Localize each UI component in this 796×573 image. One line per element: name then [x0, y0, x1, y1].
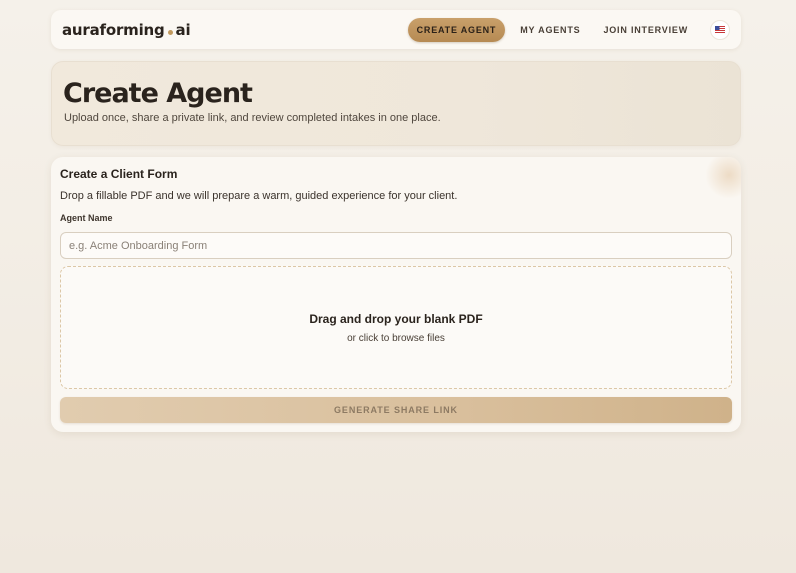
logo-dot-icon	[167, 30, 173, 35]
nav-join-interview[interactable]: JOIN INTERVIEW	[595, 18, 696, 42]
agent-name-input[interactable]	[60, 232, 732, 259]
brand-logo[interactable]: auraforming ai	[62, 20, 191, 39]
nav-create-agent[interactable]: CREATE AGENT	[407, 17, 506, 42]
us-flag-icon-graphic	[715, 26, 725, 33]
generate-share-link-button[interactable]: GENERATE SHARE LINK	[60, 397, 732, 423]
us-flag-icon[interactable]	[710, 19, 730, 40]
dropzone-browse-link[interactable]: or click to browse files	[61, 333, 731, 344]
decorative-glow	[705, 157, 741, 199]
pdf-dropzone[interactable]: Drag and drop your blank PDF or click to…	[60, 266, 732, 389]
form-title: Create a Client Form	[60, 167, 178, 181]
form-description: Drop a fillable PDF and we will prepare …	[60, 190, 458, 202]
top-navbar: auraforming ai CREATE AGENT MY AGENTS JO…	[51, 10, 741, 49]
nav-my-agents[interactable]: MY AGENTS	[512, 18, 588, 42]
logo-suffix: ai	[175, 20, 191, 39]
page-subtitle: Upload once, share a private link, and r…	[64, 112, 441, 124]
logo-text: auraforming	[62, 20, 165, 39]
page-title: Create Agent	[63, 78, 253, 109]
agent-name-label: Agent Name	[60, 213, 113, 223]
page-header-card: Create Agent Upload once, share a privat…	[51, 61, 741, 146]
create-form-card: Create a Client Form Drop a fillable PDF…	[51, 157, 741, 432]
dropzone-title: Drag and drop your blank PDF	[309, 312, 483, 326]
nav-links: CREATE AGENT MY AGENTS JOIN INTERVIEW	[407, 17, 730, 42]
